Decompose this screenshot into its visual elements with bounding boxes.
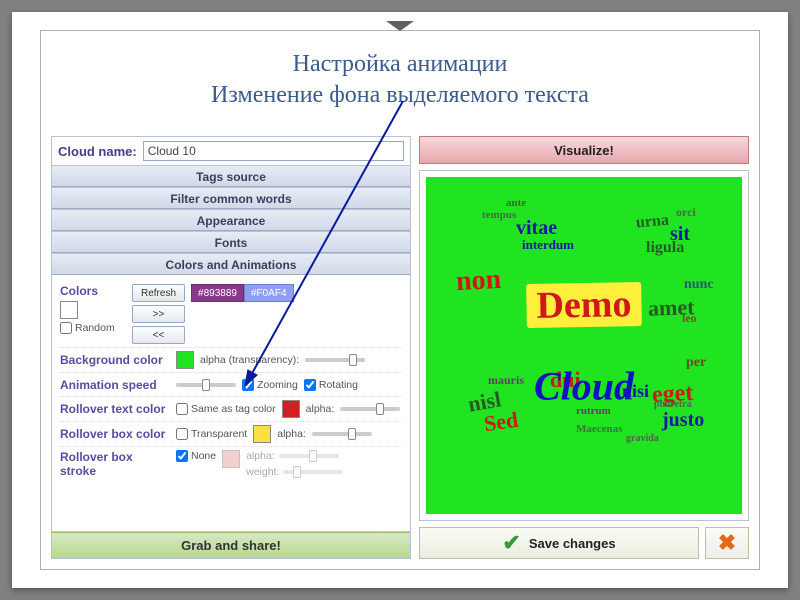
random-checkbox[interactable] — [60, 322, 72, 334]
bg-color-swatch[interactable] — [176, 351, 194, 369]
preview-word: mauris — [488, 373, 524, 388]
tab-appearance[interactable]: Appearance — [52, 209, 410, 231]
color-chip-1[interactable]: #893889 — [191, 284, 244, 302]
stroke-weight-label: weight: — [246, 466, 279, 478]
save-changes-button[interactable]: ✔ Save changes — [419, 527, 699, 559]
refresh-button[interactable]: Refresh — [132, 284, 185, 302]
anim-speed-slider[interactable] — [176, 383, 236, 387]
visualize-button[interactable]: Visualize! — [419, 136, 749, 164]
same-as-tag-label: Same as tag color — [191, 403, 276, 415]
rollover-text-alpha-label: alpha: — [306, 403, 335, 415]
colors-animations-body: Colors Random Refresh >> << — [52, 275, 410, 532]
preview-word: non — [455, 264, 502, 298]
cloud-name-label: Cloud name: — [58, 144, 137, 159]
stroke-alpha-label: alpha: — [246, 450, 275, 462]
title-line2: Изменение фона выделяемого текста — [51, 80, 749, 111]
cloud-name-row: Cloud name: — [52, 137, 410, 165]
preview-word: justo — [662, 409, 704, 432]
cloud-name-input[interactable] — [143, 141, 404, 161]
preview-word: pharetra — [654, 399, 692, 410]
color-chip-2[interactable]: #F0AF4 — [244, 284, 294, 302]
preview-box: nonvitaeinterdumanteurnasitligulaametdui… — [419, 170, 749, 521]
color-pull-button[interactable]: << — [132, 326, 185, 344]
random-label: Random — [75, 322, 115, 334]
tab-fonts[interactable]: Fonts — [52, 231, 410, 253]
cancel-button[interactable]: ✖ — [705, 527, 749, 559]
stroke-none-checkbox[interactable] — [176, 450, 188, 462]
tab-filter-words[interactable]: Filter common words — [52, 187, 410, 209]
colors-label: Colors — [60, 284, 126, 298]
anim-speed-label: Animation speed — [60, 378, 170, 392]
transparent-checkbox[interactable] — [176, 428, 188, 440]
preview-word: interdum — [522, 237, 574, 253]
preview-word: urna — [635, 212, 669, 233]
rollover-stroke-swatch[interactable] — [222, 450, 240, 468]
rollover-stroke-label: Rollover box stroke — [60, 450, 170, 478]
bg-alpha-slider[interactable] — [305, 358, 365, 362]
preview-word: per — [686, 355, 706, 371]
bg-alpha-label: alpha (transparency): — [200, 354, 299, 366]
slide-notch — [386, 21, 414, 31]
color-swatch-main[interactable] — [60, 301, 78, 319]
rollover-text-label: Rollover text color — [60, 402, 170, 416]
grab-and-share-button[interactable]: Grab and share! — [52, 532, 410, 558]
rollover-box-alpha-label: alpha: — [277, 428, 306, 440]
preview-word: leo — [682, 311, 697, 326]
transparent-label: Transparent — [191, 428, 247, 440]
close-icon: ✖ — [718, 530, 736, 556]
preview-word: ligula — [646, 239, 684, 257]
preview-cloud: nonvitaeinterdumanteurnasitligulaametdui… — [426, 177, 742, 514]
rollover-text-alpha-slider[interactable] — [340, 407, 400, 411]
rollover-text-swatch[interactable] — [282, 400, 300, 418]
save-label: Save changes — [529, 536, 616, 551]
title-line1: Настройка анимации — [51, 49, 749, 80]
preview-word: orci — [676, 205, 696, 220]
preview-word: gravida — [626, 433, 659, 444]
same-as-tag-checkbox[interactable] — [176, 403, 188, 415]
zooming-label: Zooming — [257, 379, 298, 391]
zooming-checkbox[interactable] — [242, 379, 254, 391]
stroke-none-label: None — [191, 450, 216, 462]
rotating-checkbox[interactable] — [304, 379, 316, 391]
bg-color-label: Background color — [60, 353, 170, 367]
color-push-button[interactable]: >> — [132, 305, 185, 323]
preview-word: Sed — [482, 407, 520, 438]
tab-tags-source[interactable]: Tags source — [52, 165, 410, 187]
tab-colors-animations[interactable]: Colors and Animations — [52, 253, 410, 275]
slide-title: Настройка анимации Изменение фона выделя… — [41, 31, 759, 121]
preview-word: ante — [506, 197, 526, 209]
settings-panel: Cloud name: Tags source Filter common wo… — [51, 136, 411, 559]
rollover-box-swatch[interactable] — [253, 425, 271, 443]
rollover-box-alpha-slider[interactable] — [312, 432, 372, 436]
demo-badge: Demo — [526, 282, 642, 328]
word-cloud: Cloud — [534, 362, 634, 409]
preview-word: nunc — [684, 277, 714, 293]
preview-panel: Visualize! nonvitaeinterdumanteurnasitli… — [419, 136, 749, 559]
stroke-weight-slider[interactable] — [283, 470, 343, 474]
check-icon: ✔ — [502, 530, 520, 556]
preview-word: Maecenas — [576, 423, 622, 435]
rollover-box-label: Rollover box color — [60, 427, 170, 441]
stroke-alpha-slider[interactable] — [279, 454, 339, 458]
rotating-label: Rotating — [319, 379, 358, 391]
preview-word: tempus — [482, 209, 516, 221]
